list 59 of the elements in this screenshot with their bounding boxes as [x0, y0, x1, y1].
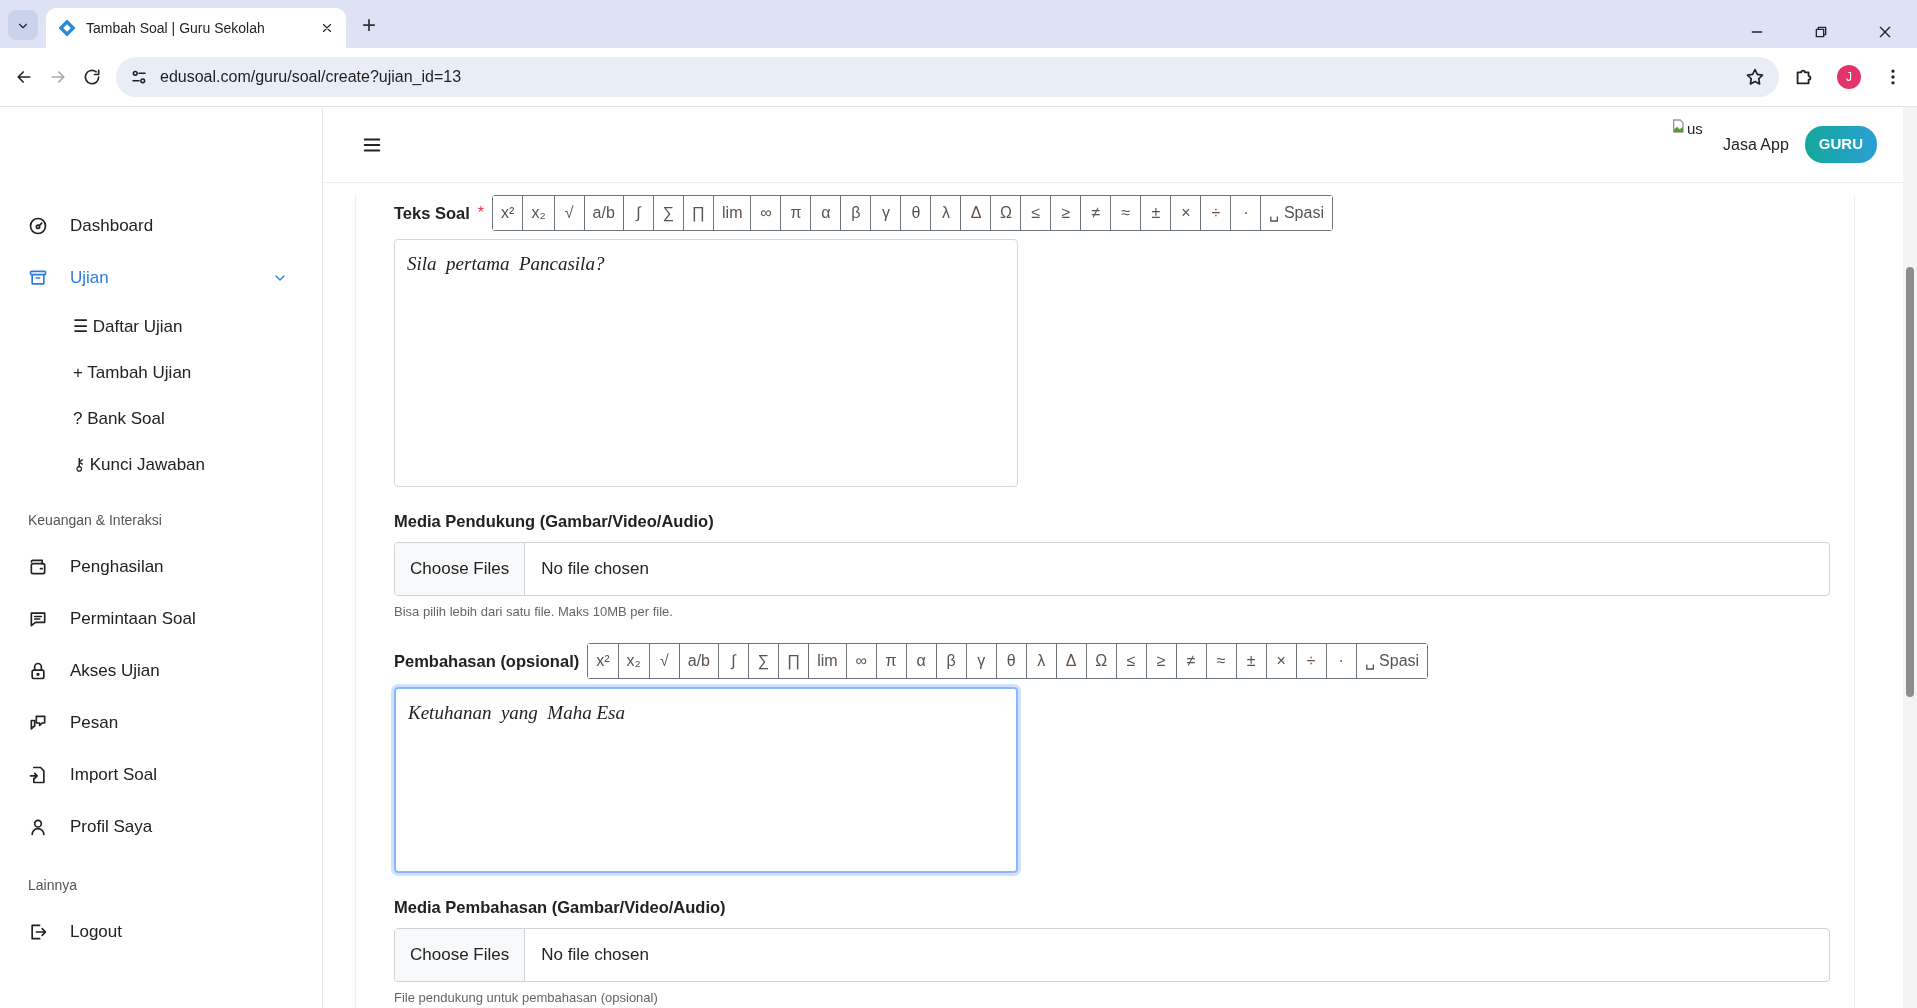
- archive-box-icon: [28, 268, 48, 288]
- text-editor[interactable]: Sila pertama Pancasila?: [394, 239, 1018, 487]
- wallet-icon: [28, 557, 48, 577]
- url-text: edusoal.com/guru/soal/create?ujian_id=13: [160, 67, 463, 87]
- choose-files-button[interactable]: Choose Files: [395, 542, 526, 595]
- broken-image-avatar: us: [1671, 118, 1715, 143]
- user-name: Jasa App: [1723, 134, 1789, 155]
- choose-files-button[interactable]: Choose Files: [395, 929, 526, 981]
- sidebar-item[interactable]: Profil Saya: [28, 801, 322, 853]
- toolbar-button[interactable]: x²: [493, 196, 524, 230]
- help-text: Bisa pilih lebih dari satu file. Maks 10MB per file.: [394, 602, 674, 621]
- sidebar-item[interactable]: Penghasilan: [28, 541, 322, 593]
- profile-avatar[interactable]: J: [1837, 65, 1861, 89]
- sidebar-item[interactable]: Logout: [28, 906, 322, 958]
- tab-title: Tambah Soal | Guru Sekolah: [86, 18, 266, 38]
- scrollbar-thumb[interactable]: [1906, 267, 1914, 697]
- field-label: Media Pembahasan (Gambar/Video/Audio): [394, 897, 727, 919]
- address-bar[interactable]: edusoal.com/guru/soal/create?ujian_id=13: [116, 57, 1779, 97]
- sidebar-subitem[interactable]: + Tambah Ujian: [28, 350, 322, 396]
- browser-tab[interactable]: Tambah Soal | Guru Sekolah: [46, 8, 346, 48]
- star-icon[interactable]: [1745, 67, 1765, 87]
- file-import-icon: [28, 765, 48, 785]
- help-text: File pendukung untuk pembahasan (opsional): [394, 989, 659, 1007]
- sidebar-subitem[interactable]: ? Bank Soal: [28, 396, 322, 442]
- restore-icon[interactable]: [1813, 24, 1829, 40]
- required-asterisk: *: [477, 203, 485, 223]
- logout-icon: [28, 922, 48, 942]
- field-label: Media Pendukung (Gambar/Video/Audio): [394, 511, 715, 532]
- diamond-logo-icon: [58, 19, 76, 37]
- sidebar-subitem[interactable]: ☰ Daftar Ujian: [28, 304, 322, 350]
- padlock-icon: [28, 661, 48, 681]
- sidebar-section-title: Lainnya: [28, 876, 79, 895]
- close-icon[interactable]: [1877, 24, 1893, 40]
- site-settings-icon: [130, 68, 148, 86]
- field-label: Pembahasan (opsional): [394, 650, 580, 672]
- user-icon: [28, 817, 48, 837]
- sidebar-item[interactable]: Permintaan Soal: [28, 593, 322, 645]
- sidebar-item[interactable]: Akses Ujian: [28, 645, 322, 697]
- reload-icon[interactable]: [82, 67, 102, 87]
- new-tab-button[interactable]: +: [354, 10, 384, 40]
- role-badge: GURU: [1804, 126, 1877, 163]
- file-input[interactable]: Choose Files No file chosen: [394, 928, 1830, 982]
- chat-bubbles-icon: [28, 713, 48, 733]
- sidebar-item[interactable]: Pesan: [28, 697, 322, 749]
- toolbar-button[interactable]: x²: [588, 644, 619, 679]
- text-editor[interactable]: Ketuhanan yang Maha Esa: [394, 687, 1018, 874]
- chat-bubble-icon: [28, 609, 48, 629]
- sidebar-item[interactable]: Dashboard: [28, 200, 322, 252]
- sidebar-item[interactable]: Ujian: [28, 252, 322, 304]
- sidebar-subitem[interactable]: ⚷ Kunci Jawaban: [28, 442, 322, 488]
- gauge-icon: [28, 216, 48, 236]
- field-label: Teks Soal: [394, 202, 470, 224]
- broken-image-icon: [1671, 118, 1687, 135]
- sidebar-section-title: Keuangan & Interaksi: [28, 511, 163, 530]
- file-input[interactable]: Choose Files No file chosen: [394, 541, 1830, 596]
- sidebar-item[interactable]: Import Soal: [28, 749, 322, 801]
- file-status-text: No file chosen: [540, 944, 649, 967]
- file-status-text: No file chosen: [540, 558, 649, 580]
- close-icon[interactable]: [320, 21, 334, 35]
